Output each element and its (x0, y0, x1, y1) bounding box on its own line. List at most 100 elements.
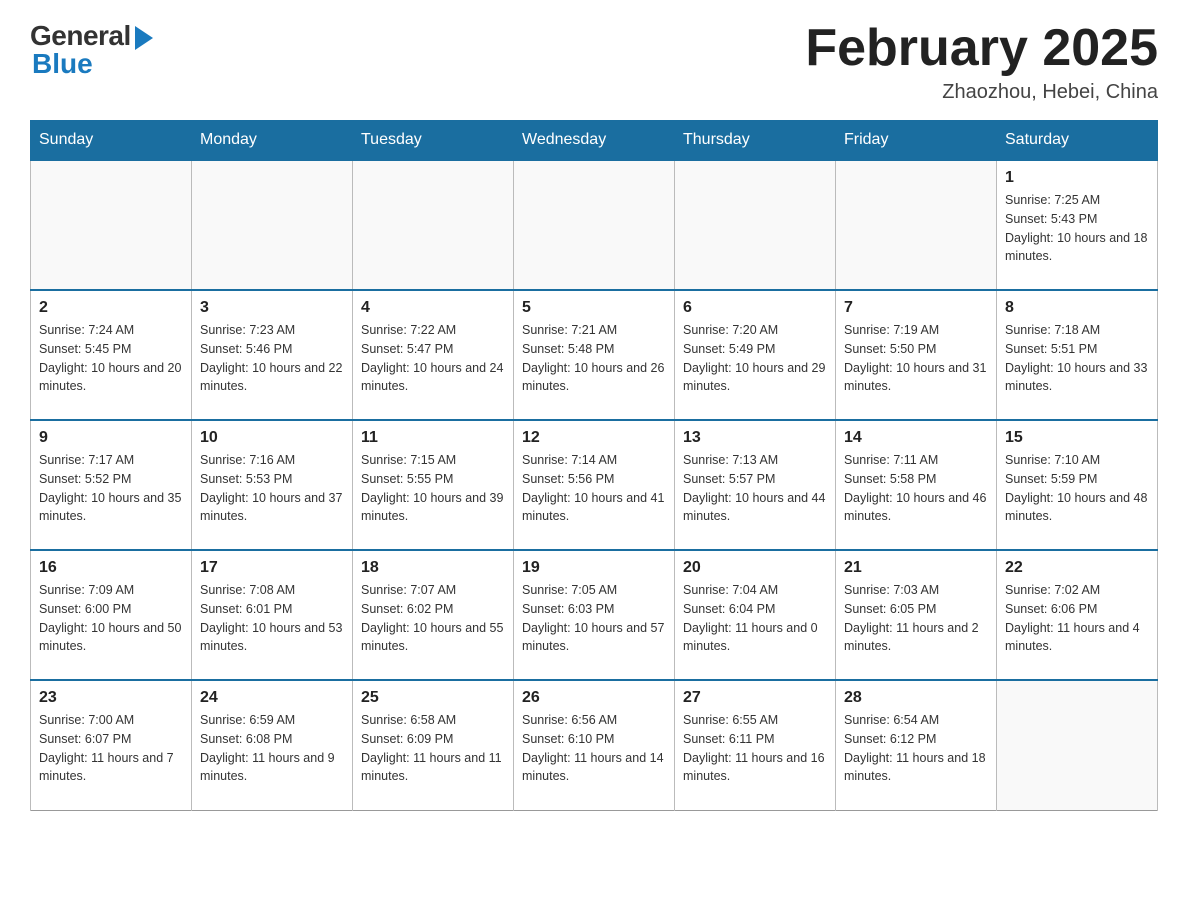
calendar-week-row: 16 Sunrise: 7:09 AMSunset: 6:00 PMDayligh… (31, 550, 1158, 680)
title-area: February 2025 Zhaozhou, Hebei, China (805, 20, 1158, 104)
logo-arrow-icon (135, 26, 153, 50)
day-number: 14 (844, 429, 988, 447)
day-info: Sunrise: 7:21 AMSunset: 5:48 PMDaylight:… (522, 321, 666, 396)
day-info: Sunrise: 7:16 AMSunset: 5:53 PMDaylight:… (200, 451, 344, 526)
day-number: 18 (361, 559, 505, 577)
calendar-cell: 4 Sunrise: 7:22 AMSunset: 5:47 PMDaylight… (353, 290, 514, 420)
calendar-cell: 28 Sunrise: 6:54 AMSunset: 6:12 PMDayligh… (836, 680, 997, 810)
day-info: Sunrise: 7:09 AMSunset: 6:00 PMDaylight:… (39, 581, 183, 656)
day-info: Sunrise: 7:24 AMSunset: 5:45 PMDaylight:… (39, 321, 183, 396)
calendar-cell: 23Sunrise: 7:00 AMSunset: 6:07 PMDayligh… (31, 680, 192, 810)
day-number: 5 (522, 299, 666, 317)
logo: General Blue (30, 20, 153, 80)
day-number: 9 (39, 429, 183, 447)
calendar-cell: 6 Sunrise: 7:20 AMSunset: 5:49 PMDaylight… (675, 290, 836, 420)
day-number: 1 (1005, 169, 1149, 187)
day-info: Sunrise: 7:02 AMSunset: 6:06 PMDaylight:… (1005, 581, 1149, 656)
day-info: Sunrise: 7:13 AMSunset: 5:57 PMDaylight:… (683, 451, 827, 526)
calendar-cell: 2Sunrise: 7:24 AMSunset: 5:45 PMDaylight… (31, 290, 192, 420)
calendar-cell (997, 680, 1158, 810)
weekday-header-row: SundayMondayTuesdayWednesdayThursdayFrid… (31, 121, 1158, 161)
calendar-cell: 5 Sunrise: 7:21 AMSunset: 5:48 PMDaylight… (514, 290, 675, 420)
day-number: 3 (200, 299, 344, 317)
day-number: 10 (200, 429, 344, 447)
day-number: 11 (361, 429, 505, 447)
day-info: Sunrise: 7:07 AMSunset: 6:02 PMDaylight:… (361, 581, 505, 656)
calendar-cell: 22 Sunrise: 7:02 AMSunset: 6:06 PMDayligh… (997, 550, 1158, 680)
day-number: 26 (522, 689, 666, 707)
page-header: General Blue February 2025 Zhaozhou, Heb… (30, 20, 1158, 104)
day-info: Sunrise: 6:55 AMSunset: 6:11 PMDaylight:… (683, 711, 827, 786)
day-number: 28 (844, 689, 988, 707)
calendar-cell: 19 Sunrise: 7:05 AMSunset: 6:03 PMDayligh… (514, 550, 675, 680)
calendar-cell: 8 Sunrise: 7:18 AMSunset: 5:51 PMDaylight… (997, 290, 1158, 420)
day-number: 24 (200, 689, 344, 707)
day-number: 25 (361, 689, 505, 707)
day-info: Sunrise: 7:22 AMSunset: 5:47 PMDaylight:… (361, 321, 505, 396)
calendar-cell: 11 Sunrise: 7:15 AMSunset: 5:55 PMDayligh… (353, 420, 514, 550)
calendar-cell (675, 160, 836, 290)
calendar-cell (192, 160, 353, 290)
day-number: 27 (683, 689, 827, 707)
day-info: Sunrise: 7:18 AMSunset: 5:51 PMDaylight:… (1005, 321, 1149, 396)
day-number: 16 (39, 559, 183, 577)
calendar-cell: 16 Sunrise: 7:09 AMSunset: 6:00 PMDayligh… (31, 550, 192, 680)
day-info: Sunrise: 7:08 AMSunset: 6:01 PMDaylight:… (200, 581, 344, 656)
calendar-week-row: 2Sunrise: 7:24 AMSunset: 5:45 PMDaylight… (31, 290, 1158, 420)
day-number: 8 (1005, 299, 1149, 317)
day-info: Sunrise: 6:56 AMSunset: 6:10 PMDaylight:… (522, 711, 666, 786)
day-number: 6 (683, 299, 827, 317)
day-info: Sunrise: 7:05 AMSunset: 6:03 PMDaylight:… (522, 581, 666, 656)
day-number: 12 (522, 429, 666, 447)
calendar-cell: 18 Sunrise: 7:07 AMSunset: 6:02 PMDayligh… (353, 550, 514, 680)
calendar-cell (353, 160, 514, 290)
calendar-week-row: 23Sunrise: 7:00 AMSunset: 6:07 PMDayligh… (31, 680, 1158, 810)
calendar-cell: 1 Sunrise: 7:25 AMSunset: 5:43 PMDaylight… (997, 160, 1158, 290)
day-number: 22 (1005, 559, 1149, 577)
day-info: Sunrise: 7:14 AMSunset: 5:56 PMDaylight:… (522, 451, 666, 526)
day-number: 20 (683, 559, 827, 577)
calendar-cell: 10 Sunrise: 7:16 AMSunset: 5:53 PMDayligh… (192, 420, 353, 550)
calendar-cell: 15Sunrise: 7:10 AMSunset: 5:59 PMDayligh… (997, 420, 1158, 550)
calendar-cell: 14 Sunrise: 7:11 AMSunset: 5:58 PMDayligh… (836, 420, 997, 550)
month-title: February 2025 (805, 20, 1158, 77)
day-number: 15 (1005, 429, 1149, 447)
weekday-header-tuesday: Tuesday (353, 121, 514, 161)
day-number: 13 (683, 429, 827, 447)
day-info: Sunrise: 7:03 AMSunset: 6:05 PMDaylight:… (844, 581, 988, 656)
day-info: Sunrise: 7:19 AMSunset: 5:50 PMDaylight:… (844, 321, 988, 396)
day-number: 21 (844, 559, 988, 577)
calendar-week-row: 9 Sunrise: 7:17 AMSunset: 5:52 PMDaylight… (31, 420, 1158, 550)
calendar-cell: 12 Sunrise: 7:14 AMSunset: 5:56 PMDayligh… (514, 420, 675, 550)
day-info: Sunrise: 7:04 AMSunset: 6:04 PMDaylight:… (683, 581, 827, 656)
day-number: 17 (200, 559, 344, 577)
calendar-week-row: 1 Sunrise: 7:25 AMSunset: 5:43 PMDaylight… (31, 160, 1158, 290)
day-info: Sunrise: 7:23 AMSunset: 5:46 PMDaylight:… (200, 321, 344, 396)
calendar-cell: 7Sunrise: 7:19 AMSunset: 5:50 PMDaylight… (836, 290, 997, 420)
calendar-cell: 21 Sunrise: 7:03 AMSunset: 6:05 PMDayligh… (836, 550, 997, 680)
calendar-cell: 20 Sunrise: 7:04 AMSunset: 6:04 PMDayligh… (675, 550, 836, 680)
weekday-header-friday: Friday (836, 121, 997, 161)
calendar-cell: 13 Sunrise: 7:13 AMSunset: 5:57 PMDayligh… (675, 420, 836, 550)
day-info: Sunrise: 7:20 AMSunset: 5:49 PMDaylight:… (683, 321, 827, 396)
day-info: Sunrise: 7:11 AMSunset: 5:58 PMDaylight:… (844, 451, 988, 526)
calendar-cell: 25Sunrise: 6:58 AMSunset: 6:09 PMDayligh… (353, 680, 514, 810)
weekday-header-wednesday: Wednesday (514, 121, 675, 161)
day-number: 4 (361, 299, 505, 317)
calendar-cell: 17 Sunrise: 7:08 AMSunset: 6:01 PMDayligh… (192, 550, 353, 680)
calendar-table: SundayMondayTuesdayWednesdayThursdayFrid… (30, 120, 1158, 811)
day-info: Sunrise: 6:59 AMSunset: 6:08 PMDaylight:… (200, 711, 344, 786)
logo-blue-text: Blue (30, 48, 93, 80)
day-info: Sunrise: 7:15 AMSunset: 5:55 PMDaylight:… (361, 451, 505, 526)
day-info: Sunrise: 7:00 AMSunset: 6:07 PMDaylight:… (39, 711, 183, 786)
day-info: Sunrise: 6:54 AMSunset: 6:12 PMDaylight:… (844, 711, 988, 786)
day-number: 19 (522, 559, 666, 577)
calendar-cell (836, 160, 997, 290)
weekday-header-thursday: Thursday (675, 121, 836, 161)
calendar-cell (514, 160, 675, 290)
day-info: Sunrise: 7:17 AMSunset: 5:52 PMDaylight:… (39, 451, 183, 526)
calendar-cell (31, 160, 192, 290)
day-info: Sunrise: 7:25 AMSunset: 5:43 PMDaylight:… (1005, 191, 1149, 266)
calendar-cell: 24 Sunrise: 6:59 AMSunset: 6:08 PMDayligh… (192, 680, 353, 810)
calendar-cell: 9 Sunrise: 7:17 AMSunset: 5:52 PMDaylight… (31, 420, 192, 550)
